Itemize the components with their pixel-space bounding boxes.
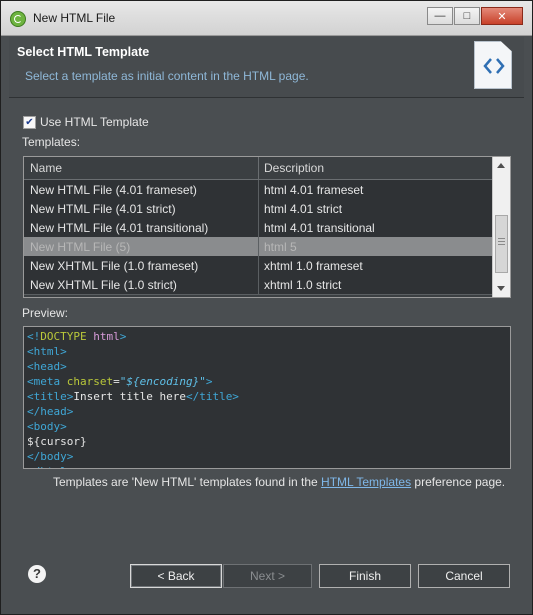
code-line: <!DOCTYPE html> — [27, 330, 126, 343]
use-template-label: Use HTML Template — [40, 115, 149, 129]
window-title: New HTML File — [33, 11, 116, 25]
cell-separator — [258, 180, 259, 199]
html-templates-link[interactable]: HTML Templates — [321, 475, 411, 489]
back-button[interactable]: < Back — [130, 564, 222, 588]
template-description: html 4.01 transitional — [264, 221, 375, 235]
code-token: ${cursor} — [27, 435, 87, 448]
template-description: xhtml 1.0 strict — [264, 278, 342, 292]
minimize-button[interactable]: — — [427, 7, 453, 25]
cell-separator — [258, 199, 259, 218]
code-line: <head> — [27, 360, 67, 373]
scroll-down-icon[interactable] — [497, 286, 505, 291]
template-description: html 4.01 strict — [264, 202, 343, 216]
code-token: <! — [27, 330, 41, 343]
table-row[interactable]: New XHTML File (1.0 strict) xhtml 1.0 st… — [24, 275, 493, 295]
templates-table[interactable]: Name Description New HTML File (4.01 fra… — [23, 156, 511, 298]
title-bar: New HTML File — □ ✕ — [1, 1, 532, 36]
page-description: Select a template as initial content in … — [25, 69, 309, 83]
template-name: New HTML File (4.01 transitional) — [30, 221, 209, 235]
table-row-selected[interactable]: New HTML File (5) html 5 — [24, 237, 493, 257]
table-row[interactable]: New HTML File (4.01 transitional) html 4… — [24, 218, 493, 238]
cell-separator — [258, 218, 259, 237]
column-separator — [258, 157, 259, 179]
code-token: Insert title here — [73, 390, 186, 403]
template-description: html 4.01 frameset — [264, 183, 364, 197]
close-button[interactable]: ✕ — [481, 7, 523, 25]
template-name: New XHTML File (1.0 frameset) — [30, 259, 199, 273]
code-token: DOCTYPE — [40, 330, 94, 343]
templates-label: Templates: — [22, 135, 81, 149]
use-template-option[interactable]: ✔ Use HTML Template — [23, 115, 149, 129]
use-template-checkbox[interactable]: ✔ — [23, 115, 36, 129]
cell-separator — [258, 275, 259, 294]
cancel-button[interactable]: Cancel — [418, 564, 510, 588]
code-token: <title> — [27, 390, 74, 403]
code-token: </title> — [185, 390, 239, 403]
html-file-icon — [474, 41, 512, 89]
template-name: New HTML File (5) — [30, 240, 131, 254]
preview-pane[interactable]: <!DOCTYPE html> <html> <head> <meta charset… — [23, 326, 511, 469]
preview-label: Preview: — [22, 306, 69, 320]
spring-app-icon — [10, 11, 26, 27]
code-line: ${cursor} — [27, 435, 87, 448]
cell-separator — [258, 237, 259, 256]
cell-separator — [258, 256, 259, 275]
note-prefix: Templates are 'New HTML' templates found… — [53, 475, 322, 489]
page-title: Select HTML Template — [17, 45, 150, 59]
code-token: html — [93, 330, 120, 343]
code-line: </head> — [27, 405, 73, 418]
template-description: html 5 — [264, 240, 297, 254]
column-header-name[interactable]: Name — [30, 161, 62, 175]
help-icon[interactable]: ? — [28, 565, 46, 583]
code-token: <body> — [27, 420, 67, 433]
scroll-thumb[interactable] — [495, 215, 508, 273]
code-token: <head> — [27, 360, 67, 373]
code-token: > — [119, 330, 127, 343]
template-name: New XHTML File (1.0 strict) — [30, 278, 177, 292]
code-line: <html> — [27, 345, 67, 358]
code-line: </body> — [27, 450, 73, 463]
table-row[interactable]: New HTML File (4.01 frameset) html 4.01 … — [24, 180, 493, 200]
table-header: Name Description — [24, 157, 493, 180]
column-header-description[interactable]: Description — [264, 161, 324, 175]
maximize-button[interactable]: □ — [454, 7, 480, 25]
template-name: New HTML File (4.01 frameset) — [30, 183, 197, 197]
code-token: charset — [66, 375, 114, 388]
finish-button[interactable]: Finish — [319, 564, 411, 588]
code-token: = — [113, 375, 120, 388]
wizard-header: Select HTML Template Select a template a… — [9, 37, 524, 98]
code-line: <meta charset="${encoding}"> — [27, 375, 212, 388]
template-description: xhtml 1.0 frameset — [264, 259, 363, 273]
code-token: </head> — [27, 405, 74, 418]
table-scrollbar[interactable] — [492, 157, 510, 297]
code-token: </body> — [27, 450, 74, 463]
code-token: <html> — [27, 345, 67, 358]
code-token: "${encoding}" — [119, 375, 206, 388]
code-token: </html> — [27, 465, 73, 468]
table-row[interactable]: New HTML File (4.01 strict) html 4.01 st… — [24, 199, 493, 219]
template-name: New HTML File (4.01 strict) — [30, 202, 176, 216]
window-controls: — □ ✕ — [426, 7, 523, 25]
code-line: <body> — [27, 420, 67, 433]
code-line: </html> — [27, 465, 73, 468]
code-token: <meta — [27, 375, 67, 388]
templates-note: Templates are 'New HTML' templates found… — [53, 475, 505, 489]
code-token: > — [205, 375, 213, 388]
next-button[interactable]: Next > — [223, 564, 312, 588]
code-line: <title>Insert title here</title> — [27, 390, 239, 403]
note-suffix: preference page. — [411, 475, 506, 489]
scroll-up-icon[interactable] — [497, 163, 505, 168]
dialog-window: New HTML File — □ ✕ Select HTML Template… — [0, 0, 533, 615]
table-row[interactable]: New XHTML File (1.0 frameset) xhtml 1.0 … — [24, 256, 493, 276]
